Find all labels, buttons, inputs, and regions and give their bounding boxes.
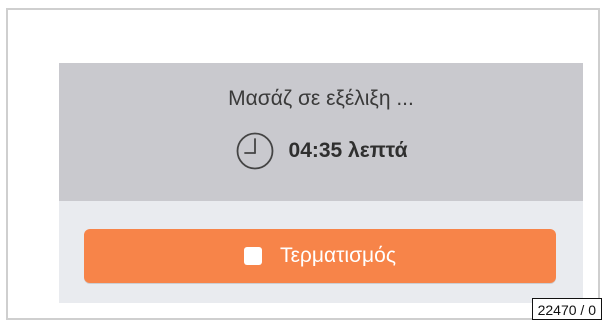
end-button[interactable]: Τερματισμός [84, 229, 556, 283]
stop-square-icon [244, 247, 263, 265]
status-message: Μασάζ σε εξέλιξη ... [228, 87, 414, 110]
display-frame: Μασάζ σε εξέλιξη ... 04:35 λεπτά Τερματι… [6, 8, 600, 320]
timer-row: 04:35 λεπτά [59, 129, 583, 173]
remaining-time: 04:35 λεπτά [288, 139, 408, 162]
massage-control-panel: Μασάζ σε εξέλιξη ... 04:35 λεπτά Τερματι… [59, 63, 583, 303]
status-area: Μασάζ σε εξέλιξη ... 04:35 λεπτά [59, 63, 583, 201]
end-button-label: Τερματισμός [280, 244, 396, 267]
clock-icon [235, 131, 275, 171]
reference-code: 22470 / 0 [531, 298, 602, 320]
